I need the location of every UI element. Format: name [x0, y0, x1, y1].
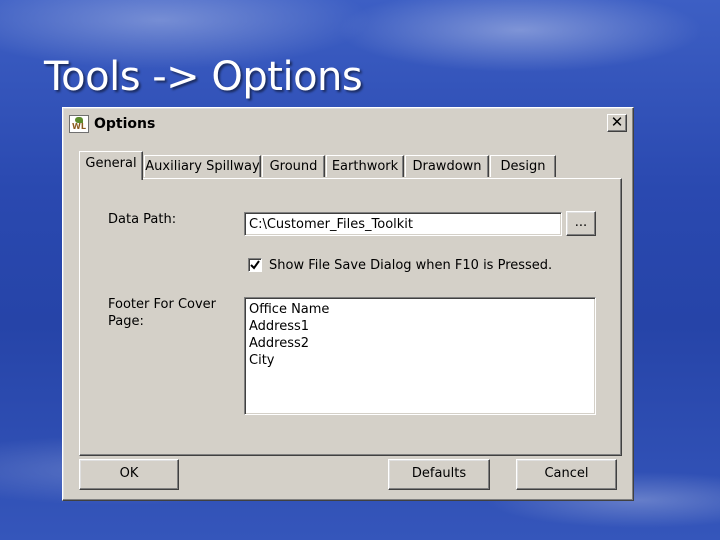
tab-general[interactable]: General — [79, 151, 143, 180]
show-save-dialog-checkbox[interactable] — [248, 258, 262, 272]
general-tab-panel: Data Path: ... Show File Save Dialog whe… — [79, 178, 622, 456]
cancel-button[interactable]: Cancel — [516, 459, 617, 490]
options-dialog: WL Options ✕ General Auxiliary Spillway … — [62, 107, 634, 501]
dialog-title: Options — [94, 116, 156, 132]
tab-earthwork[interactable]: Earthwork — [326, 155, 404, 177]
checkmark-icon — [250, 260, 260, 270]
tab-auxiliary-spillway[interactable]: Auxiliary Spillway — [144, 155, 261, 177]
data-path-input[interactable] — [244, 212, 562, 236]
defaults-button[interactable]: Defaults — [388, 459, 490, 490]
dialog-titlebar[interactable]: WL Options ✕ — [66, 111, 630, 137]
slide-title: Tools -> Options — [44, 54, 363, 100]
footer-line: Office Name — [249, 302, 330, 317]
footer-line: Address2 — [249, 336, 310, 351]
footer-label: Footer For Cover Page: — [108, 296, 216, 330]
wl-app-icon: WL — [69, 115, 89, 133]
footer-line: Address1 — [249, 319, 310, 334]
close-icon: ✕ — [610, 113, 624, 131]
footer-label-line1: Footer For Cover — [108, 297, 217, 312]
browse-button[interactable]: ... — [566, 211, 596, 236]
tab-design[interactable]: Design — [490, 155, 556, 177]
footer-label-line2: Page: — [108, 314, 144, 329]
ok-button[interactable]: OK — [79, 459, 179, 490]
footer-line: City — [249, 353, 275, 368]
close-button[interactable]: ✕ — [607, 114, 627, 132]
tab-drawdown[interactable]: Drawdown — [405, 155, 489, 177]
tab-ground[interactable]: Ground — [262, 155, 325, 177]
show-save-dialog-label[interactable]: Show File Save Dialog when F10 is Presse… — [269, 257, 552, 274]
data-path-label: Data Path: — [108, 212, 177, 227]
footer-textarea[interactable]: Office Name Address1 Address2 City — [244, 297, 596, 415]
